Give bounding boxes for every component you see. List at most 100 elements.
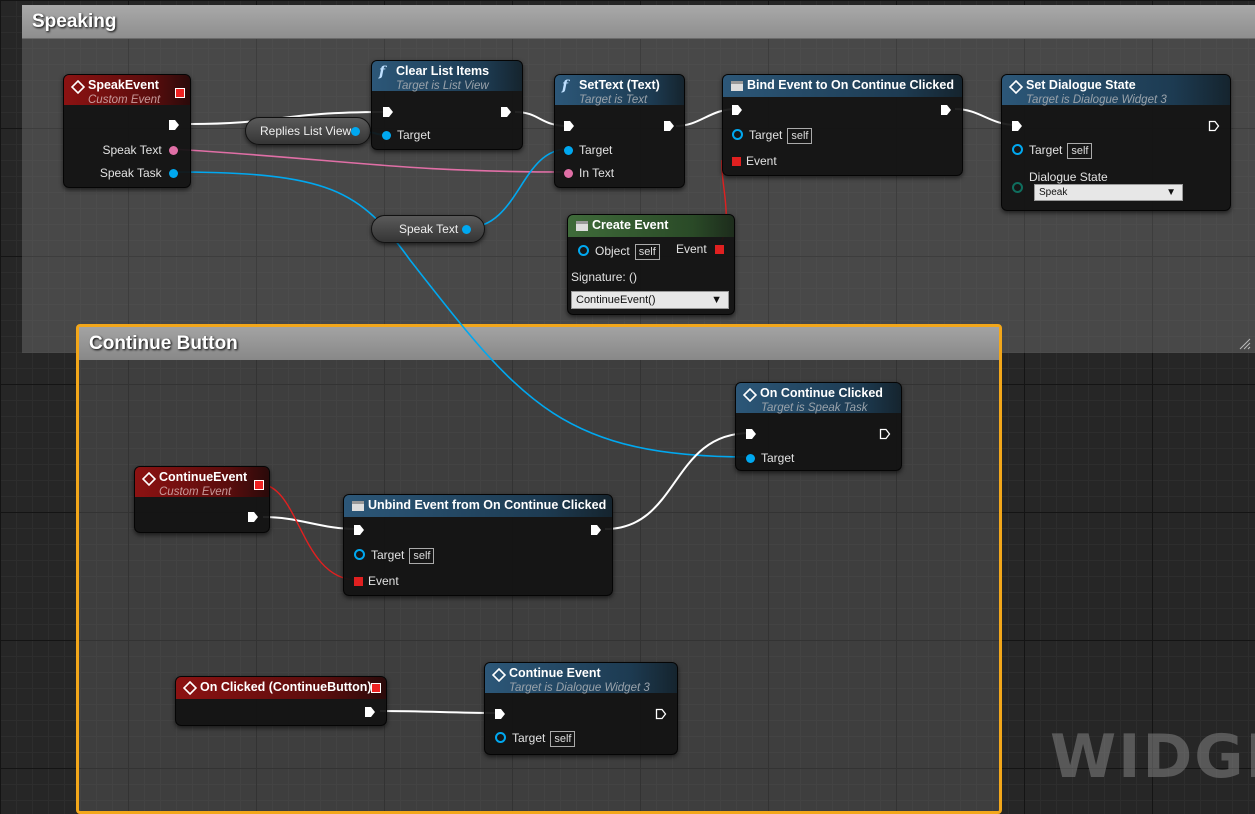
pin-event[interactable]: Event <box>732 154 777 168</box>
pin-target[interactable]: Target self <box>1012 143 1093 159</box>
variable-replies-list-view[interactable]: Replies List View <box>245 117 371 145</box>
object-pin-hollow-icon[interactable] <box>1012 144 1023 155</box>
dropdown-value: Speak <box>1039 187 1068 198</box>
object-pin-icon[interactable] <box>746 454 755 463</box>
object-pin-icon[interactable] <box>462 225 471 234</box>
node-continue-event[interactable]: ContinueEvent Custom Event <box>134 466 270 533</box>
enum-pin-icon[interactable] <box>1012 182 1023 193</box>
exec-out-pin[interactable] <box>500 106 512 118</box>
function-dropdown[interactable]: ContinueEvent() ▼ <box>571 291 729 309</box>
signature-label: Signature: () <box>571 270 638 284</box>
exec-in-pin[interactable] <box>731 104 743 116</box>
node-on-clicked[interactable]: On Clicked (ContinueButton) <box>175 676 387 726</box>
node-subtitle: Target is Text <box>579 94 648 106</box>
node-set-text[interactable]: f SetText (Text) Target is Text Target I… <box>554 74 685 188</box>
node-header[interactable]: Unbind Event from On Continue Clicked <box>344 495 612 517</box>
exec-out-pin[interactable] <box>168 119 180 131</box>
chevron-down-icon: ▼ <box>711 294 722 306</box>
node-header[interactable]: Set Dialogue State Target is Dialogue Wi… <box>1002 75 1230 106</box>
delegate-square-icon[interactable] <box>175 88 185 98</box>
pin-target[interactable]: Target <box>746 451 794 465</box>
object-pin-icon[interactable] <box>169 169 178 178</box>
exec-out-pin[interactable] <box>590 524 602 536</box>
event-diamond-icon <box>183 681 197 695</box>
exec-in-pin[interactable] <box>745 428 757 440</box>
node-speak-event[interactable]: SpeakEvent Custom Event Speak Text Speak… <box>63 74 191 188</box>
pin-label: Event <box>746 154 777 168</box>
node-header[interactable]: Continue Event Target is Dialogue Widget… <box>485 663 677 694</box>
pin-event-out[interactable]: Event <box>676 242 724 256</box>
pin-label: Object <box>595 244 630 258</box>
object-pin-hollow-icon[interactable] <box>578 245 589 256</box>
delegate-square-icon[interactable] <box>254 480 264 490</box>
event-diamond-icon <box>142 472 156 486</box>
node-title: Unbind Event from On Continue Clicked <box>368 498 607 512</box>
pin-target[interactable]: Target self <box>495 731 576 747</box>
node-title: Continue Event <box>509 666 601 680</box>
pin-speak-task[interactable]: Speak Task <box>100 166 178 180</box>
pin-default-self[interactable]: self <box>787 128 813 144</box>
exec-in-pin[interactable] <box>382 106 394 118</box>
chevron-down-icon: ▼ <box>1166 187 1176 198</box>
pin-object[interactable]: Object self <box>578 244 660 260</box>
text-pin-icon[interactable] <box>169 146 178 155</box>
object-pin-hollow-icon[interactable] <box>354 549 365 560</box>
node-set-dialogue-state[interactable]: Set Dialogue State Target is Dialogue Wi… <box>1001 74 1231 211</box>
exec-out-pin[interactable] <box>879 428 891 440</box>
node-unbind-event[interactable]: Unbind Event from On Continue Clicked Ta… <box>343 494 613 596</box>
pin-label: Target <box>371 548 405 562</box>
node-on-continue-clicked[interactable]: On Continue Clicked Target is Speak Task… <box>735 382 902 471</box>
pin-target[interactable]: Target <box>564 143 612 157</box>
object-pin-icon[interactable] <box>564 146 573 155</box>
exec-in-pin[interactable] <box>563 120 575 132</box>
pin-default-self[interactable]: self <box>1067 143 1093 159</box>
node-header[interactable]: Bind Event to On Continue Clicked <box>723 75 962 97</box>
node-subtitle: Target is List View <box>396 80 489 92</box>
exec-out-pin[interactable] <box>1208 120 1220 132</box>
node-header[interactable]: f SetText (Text) Target is Text <box>555 75 684 106</box>
node-create-event[interactable]: Create Event Object self Event Signature:… <box>567 214 735 315</box>
exec-out-pin[interactable] <box>655 708 667 720</box>
node-bind-event[interactable]: Bind Event to On Continue Clicked Target… <box>722 74 963 176</box>
node-header[interactable]: On Continue Clicked Target is Speak Task <box>736 383 901 414</box>
text-wire <box>171 148 569 173</box>
exec-in-pin[interactable] <box>1011 120 1023 132</box>
pin-default-self[interactable]: self <box>409 548 435 564</box>
exec-in-pin[interactable] <box>353 524 365 536</box>
exec-out-pin[interactable] <box>663 120 675 132</box>
node-header[interactable]: Create Event <box>568 215 734 237</box>
pin-in-text[interactable]: In Text <box>564 166 614 180</box>
pin-speak-text[interactable]: Speak Text <box>103 143 178 157</box>
exec-out-pin[interactable] <box>247 511 259 523</box>
exec-in-pin[interactable] <box>494 708 506 720</box>
variable-label: Speak Text <box>399 222 459 236</box>
exec-out-pin[interactable] <box>940 104 952 116</box>
node-header[interactable]: SpeakEvent Custom Event <box>64 75 190 106</box>
pin-target[interactable]: Target self <box>354 548 435 564</box>
object-pin-hollow-icon[interactable] <box>495 732 506 743</box>
variable-speak-text[interactable]: Speak Text <box>371 215 485 243</box>
delegate-square-icon[interactable] <box>732 157 741 166</box>
pin-target[interactable]: Target <box>382 128 430 142</box>
object-pin-icon[interactable] <box>351 127 360 136</box>
pin-label: In Text <box>579 166 615 180</box>
node-header[interactable]: f Clear List Items Target is List View <box>372 61 522 92</box>
pin-target[interactable]: Target self <box>732 128 813 144</box>
node-title: ContinueEvent <box>159 470 248 484</box>
text-pin-icon[interactable] <box>564 169 573 178</box>
event-diamond-icon <box>492 668 506 682</box>
node-header[interactable]: ContinueEvent Custom Event <box>135 467 269 498</box>
pin-default-self[interactable]: self <box>550 731 576 747</box>
object-pin-hollow-icon[interactable] <box>732 129 743 140</box>
node-clear-list-items[interactable]: f Clear List Items Target is List View T… <box>371 60 523 150</box>
delegate-square-icon[interactable] <box>354 577 363 586</box>
node-continue-event-call[interactable]: Continue Event Target is Dialogue Widget… <box>484 662 678 755</box>
dialogue-state-dropdown[interactable]: Speak ▼ <box>1034 184 1183 201</box>
delegate-square-icon[interactable] <box>371 683 381 693</box>
exec-out-pin[interactable] <box>364 706 376 718</box>
pin-event[interactable]: Event <box>354 574 399 588</box>
pin-default-self[interactable]: self <box>634 244 660 260</box>
delegate-square-icon[interactable] <box>715 245 724 254</box>
node-header[interactable]: On Clicked (ContinueButton) <box>176 677 386 699</box>
object-pin-icon[interactable] <box>382 131 391 140</box>
